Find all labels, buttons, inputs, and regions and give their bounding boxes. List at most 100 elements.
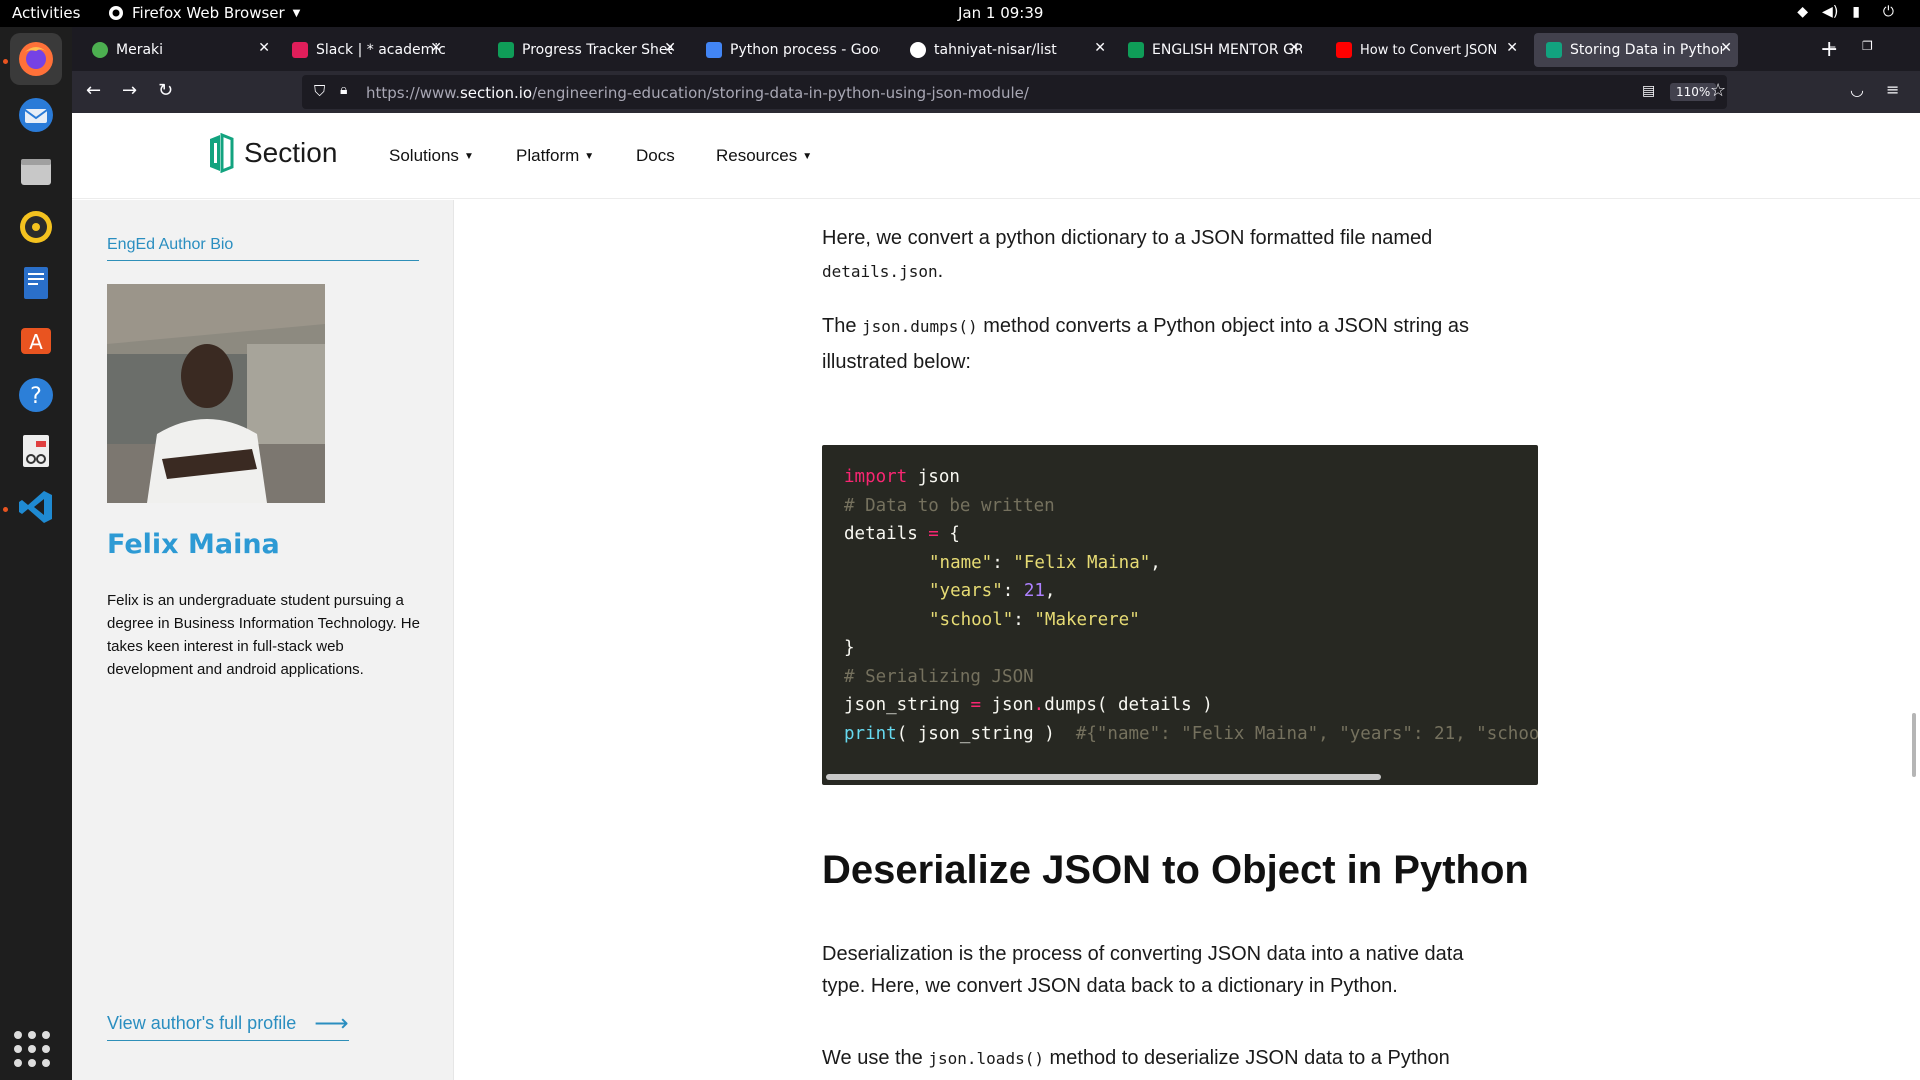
restore-button[interactable]: ❐ (1862, 39, 1873, 53)
close-icon[interactable]: ✕ (664, 40, 676, 56)
code-block[interactable]: import json # Data to be written details… (822, 445, 1538, 785)
section-favicon-icon (1546, 42, 1562, 58)
tab-label: Python process - Goog (730, 42, 880, 58)
slack-favicon-icon (292, 42, 308, 58)
author-photo (107, 284, 325, 503)
author-name[interactable]: Felix Maina (107, 529, 280, 560)
hamburger-menu-icon[interactable]: ≡ (1886, 80, 1899, 99)
tab-english-mentor[interactable]: ENGLISH MENTOR GR ✕ (1116, 33, 1306, 67)
reload-button[interactable]: ↻ (158, 80, 173, 101)
back-button[interactable]: ← (86, 80, 101, 101)
close-icon[interactable]: ✕ (1720, 40, 1732, 56)
paragraph: The json.dumps() method converts a Pytho… (822, 315, 1469, 337)
activities-button[interactable]: Activities (12, 4, 80, 22)
close-icon[interactable]: ✕ (1094, 40, 1106, 56)
arrow-right-icon: ⟶ (314, 1009, 349, 1037)
code-horizontal-scrollbar[interactable] (826, 774, 1381, 780)
tab-python-process[interactable]: Python process - Goog (694, 33, 890, 67)
code-line: json_string = json.dumps( details ) (844, 695, 1213, 715)
tab-label: ENGLISH MENTOR GR (1152, 42, 1302, 58)
svg-text:?: ? (30, 384, 42, 409)
code-line: } (844, 638, 855, 658)
caret-down-icon: ▼ (802, 151, 813, 162)
forward-button[interactable]: → (122, 80, 137, 101)
menu-resources[interactable]: Resources ▼ (716, 146, 812, 166)
rhythmbox-icon[interactable] (10, 201, 62, 253)
lock-icon[interactable]: 🔒︎ (340, 82, 347, 98)
vscode-icon[interactable] (10, 481, 62, 533)
code-line: # Data to be written (844, 496, 1055, 516)
menu-platform[interactable]: Platform ▼ (516, 146, 594, 166)
menu-docs[interactable]: Docs (636, 146, 675, 166)
battery-icon: ▮ (1852, 4, 1860, 20)
tab-storing-data[interactable]: Storing Data in Python ✕ (1534, 33, 1738, 67)
show-applications-icon[interactable] (14, 1031, 50, 1067)
page-scrollbar-thumb[interactable] (1912, 713, 1916, 777)
profile-link-label: View author's full profile (107, 1013, 297, 1033)
meraki-favicon-icon (92, 42, 108, 58)
tab-meraki[interactable]: Meraki ✕ (80, 33, 276, 67)
author-description: Felix is an undergraduate student pursui… (107, 592, 420, 678)
section-heading: Deserialize JSON to Object in Python (822, 848, 1529, 892)
close-icon[interactable]: ✕ (430, 40, 442, 56)
wifi-icon: ◆ (1797, 4, 1809, 20)
sheets-favicon-icon (498, 42, 514, 58)
paragraph: illustrated below: (822, 351, 971, 373)
close-icon[interactable]: ✕ (1288, 40, 1300, 56)
close-icon[interactable]: ✕ (1506, 40, 1518, 56)
files-icon[interactable] (10, 145, 62, 197)
paragraph: We use the json.loads() method to deseri… (822, 1047, 1450, 1069)
status-area[interactable]: ◆ ◀) ▮ (1797, 4, 1860, 20)
help-icon[interactable]: ? (10, 369, 62, 421)
tab-label: Meraki (116, 42, 164, 58)
app-menu[interactable]: Firefox Web Browser ▼ (108, 4, 300, 22)
tab-bar: Meraki ✕ Slack | * academics | N ✕ Progr… (72, 27, 1920, 71)
thunderbird-icon[interactable] (10, 89, 62, 141)
tab-github[interactable]: tahniyat-nisar/list ✕ (898, 33, 1112, 67)
app-name: Firefox Web Browser (132, 4, 285, 22)
url-bar[interactable]: ⛉ 🔒︎ https://www.section.io/engineering-… (302, 75, 1727, 109)
close-icon[interactable]: ✕ (258, 40, 270, 56)
sheets-favicon-icon (1128, 42, 1144, 58)
svg-text:A: A (29, 330, 43, 354)
paragraph: type. Here, we convert JSON data back to… (822, 975, 1398, 997)
tab-youtube[interactable]: How to Convert JSON ✕ (1324, 33, 1524, 67)
menu-solutions[interactable]: Solutions ▼ (389, 146, 474, 166)
code-line: print( json_string ) #{"name": "Felix Ma… (844, 724, 1538, 744)
tab-slack[interactable]: Slack | * academics | N ✕ (280, 33, 448, 67)
site-logo[interactable]: Section (208, 133, 337, 173)
power-icon[interactable]: ⏻ (1883, 4, 1894, 20)
code-line: "school": "Makerere" (929, 610, 1140, 630)
document-viewer-icon[interactable] (10, 425, 62, 477)
tab-label: Storing Data in Python (1570, 42, 1722, 58)
firefox-icon[interactable] (10, 33, 62, 85)
chevron-down-icon: ▼ (292, 7, 301, 19)
clock[interactable]: Jan 1 09:39 (958, 4, 1043, 22)
caret-down-icon: ▼ (584, 151, 595, 162)
logo-text: Section (244, 137, 338, 168)
dock: A ? (0, 27, 72, 1080)
bookmark-star-icon[interactable]: ☆ (1710, 80, 1726, 101)
code-line: "years": 21, (929, 581, 1056, 601)
writer-icon[interactable] (10, 257, 62, 309)
software-center-icon[interactable]: A (10, 313, 62, 365)
tab-label: tahniyat-nisar/list (934, 42, 1057, 58)
author-bio-heading: EngEd Author Bio (107, 236, 419, 261)
minimize-button[interactable]: – (1829, 39, 1836, 55)
reader-view-icon[interactable]: ▤ (1642, 83, 1655, 99)
code-line: "name": "Felix Maina", (929, 553, 1161, 573)
url-text[interactable]: https://www.section.io/engineering-educa… (366, 84, 1029, 102)
code-line: # Serializing JSON (844, 667, 1034, 687)
author-sidebar: EngEd Author Bio Felix Maina Felix is an… (72, 200, 454, 1080)
tab-progress-tracker[interactable]: Progress Tracker Shee ✕ (486, 33, 682, 67)
code-line: import json (844, 467, 960, 487)
shield-icon[interactable]: ⛉ (314, 82, 325, 100)
navigation-bar: ← → ↻ ⛉ 🔒︎ https://www.section.io/engine… (72, 71, 1920, 113)
page-content: Section Solutions ▼ Platform ▼ Docs Resour… (72, 113, 1920, 1080)
paragraph: Deserialization is the process of conver… (822, 943, 1464, 965)
pocket-icon[interactable]: ◡ (1850, 80, 1864, 99)
tab-label: How to Convert JSON (1360, 42, 1498, 58)
view-author-profile-link[interactable]: View author's full profile ⟶ (107, 1009, 349, 1041)
youtube-favicon-icon (1336, 42, 1352, 58)
paragraph: Here, we convert a python dictionary to … (822, 227, 1433, 249)
